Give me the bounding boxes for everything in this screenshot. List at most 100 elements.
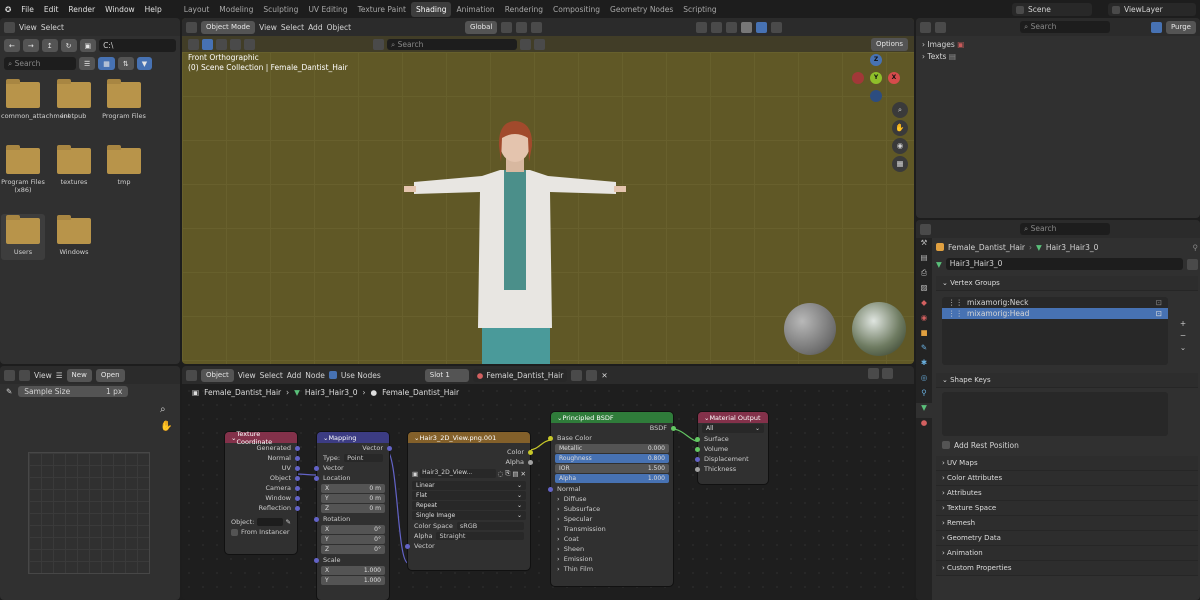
browse-image-icon[interactable]: ☰ [56, 371, 63, 380]
folder-item[interactable]: inetpub [52, 79, 96, 120]
new-image-button[interactable]: New [66, 368, 92, 382]
location-y-field[interactable]: Y0 m [321, 494, 385, 503]
3d-viewport[interactable]: Object Mode View Select Add Object Globa… [182, 18, 914, 364]
output-socket[interactable] [295, 455, 300, 461]
output-socket[interactable] [295, 505, 300, 511]
uv-grid[interactable] [28, 452, 150, 574]
tab-animation[interactable]: Animation [451, 2, 499, 17]
editor-type-icon[interactable] [4, 369, 15, 381]
thumbnail-view-icon[interactable]: ▦ [98, 57, 115, 70]
editor-type-icon[interactable] [4, 21, 15, 33]
subpanel-thin-film[interactable]: › Thin Film [551, 564, 673, 574]
input-socket[interactable] [314, 557, 319, 563]
tab-scripting[interactable]: Scripting [678, 2, 721, 17]
vertex-groups-header[interactable]: ⌄ Vertex Groups [936, 276, 1198, 291]
subpanel-emission[interactable]: › Emission [551, 554, 673, 564]
add-rest-position-checkbox[interactable] [942, 441, 950, 449]
location-z-field[interactable]: Z0 m [321, 504, 385, 513]
gizmo-neg-z[interactable] [870, 90, 882, 102]
scene-selector[interactable]: Scene [1012, 3, 1092, 16]
menu-select[interactable]: Select [41, 23, 64, 32]
lock-icon[interactable]: ⊡ [1156, 298, 1162, 307]
sort-icon[interactable]: ⇅ [117, 57, 134, 70]
input-socket[interactable] [695, 446, 700, 452]
output-socket[interactable] [295, 485, 300, 491]
list-item[interactable]: ⋮⋮ mixamorig:Neck ⊡ [942, 297, 1168, 308]
outliner-item-images[interactable]: › Images ▣ [922, 39, 1194, 51]
menu-view[interactable]: View [19, 23, 37, 32]
image-name-field[interactable]: Hair3_2D_View... [420, 469, 496, 478]
menu-edit[interactable]: Edit [39, 5, 64, 14]
editor-type-icon[interactable] [920, 223, 931, 235]
target-dropdown[interactable]: All ⌄ [702, 424, 764, 433]
node-principled-bsdf[interactable]: ⌄ Principled BSDF BSDF Base Color Metall… [548, 412, 676, 586]
blender-logo-icon[interactable]: ✪ [0, 5, 16, 14]
output-socket[interactable] [295, 445, 300, 451]
grid-toggle-icon[interactable]: ▦ [892, 156, 908, 172]
gizmo-y-axis[interactable]: Y [870, 72, 882, 84]
view-mode-icon[interactable] [19, 369, 30, 381]
object-tab-icon[interactable]: ■ [916, 328, 932, 343]
filter-icon[interactable]: ▼ [136, 57, 153, 70]
outliner-item-texts[interactable]: › Texts ▤ [922, 51, 1194, 63]
subpanel-specular[interactable]: › Specular [551, 514, 673, 524]
list-item[interactable]: ⋮⋮ mixamorig:Head ⊡ [942, 308, 1168, 319]
view-layer-selector[interactable]: ViewLayer [1108, 3, 1196, 16]
rotation-y-field[interactable]: Y 0° [321, 535, 385, 544]
folder-item[interactable]: common_attachment [1, 79, 70, 120]
tab-shading[interactable]: Shading [410, 1, 452, 17]
gizmo-neg-x[interactable] [852, 72, 864, 84]
section-geometry-data[interactable]: › Geometry Data [936, 531, 1198, 546]
interpolation-dropdown[interactable]: Linear ⌄ [412, 481, 526, 490]
particles-tab-icon[interactable]: ✱ [916, 358, 932, 373]
tab-texture-paint[interactable]: Texture Paint [353, 2, 411, 17]
alpha-mode-dropdown[interactable]: Straight [436, 532, 524, 540]
refresh-icon[interactable]: ↻ [60, 39, 77, 52]
subpanel-subsurface[interactable]: › Subsurface [551, 504, 673, 514]
shape-keys-header[interactable]: ⌄ Shape Keys [936, 373, 1198, 388]
display-mode-icon[interactable] [935, 21, 946, 33]
render-tab-icon[interactable]: ▤ [916, 253, 932, 268]
duplicate-icon[interactable]: ⎘ [505, 469, 510, 478]
scale-x-field[interactable]: X 1.000 [321, 566, 385, 575]
color-space-dropdown[interactable]: sRGB [456, 522, 524, 530]
input-socket[interactable] [548, 486, 553, 492]
tab-sculpting[interactable]: Sculpting [258, 2, 303, 17]
folder-item[interactable]: Windows [52, 215, 96, 256]
purge-button[interactable]: Purge [1165, 20, 1196, 34]
modifier-tab-icon[interactable]: ✎ [916, 343, 932, 358]
sample-size-field[interactable]: Sample Size 1 px [18, 386, 129, 397]
ior-field[interactable]: IOR 1.500 [555, 464, 669, 473]
source-dropdown[interactable]: Single Image ⌄ [412, 511, 526, 520]
zoom-icon[interactable]: ⌕ [160, 404, 166, 415]
gizmo-z-axis[interactable]: Z [870, 54, 882, 66]
parent-dir-icon[interactable]: ↥ [41, 39, 58, 52]
output-socket[interactable] [295, 495, 300, 501]
close-icon[interactable]: ✕ [521, 470, 526, 478]
pan-hand-icon[interactable]: ✋ [160, 421, 172, 432]
gizmo-x-axis[interactable]: X [888, 72, 900, 84]
shader-node-editor[interactable]: Object View Select Add Node Use Nodes Sl… [182, 366, 914, 600]
node-texture-coordinate[interactable]: ⌄ Texture Coordinate Generated Normal UV… [225, 430, 300, 554]
node-material-output[interactable]: ⌄ Material Output All ⌄ Surface Volume Di… [695, 412, 768, 484]
tab-layout[interactable]: Layout [179, 2, 215, 17]
remove-icon[interactable]: − [1176, 330, 1190, 342]
folder-item[interactable]: tmp [102, 145, 146, 186]
metallic-field[interactable]: Metallic 0.000 [555, 444, 669, 453]
tab-modeling[interactable]: Modeling [214, 2, 258, 17]
constraints-tab-icon[interactable]: ⚲ [916, 388, 932, 403]
path-field[interactable]: C:\ [99, 39, 176, 52]
folder-item[interactable]: Program Files (x86) [1, 145, 45, 194]
location-x-field[interactable]: X0 m [321, 484, 385, 493]
menu-render[interactable]: Render [63, 5, 100, 14]
forward-arrow-icon[interactable]: → [22, 39, 39, 52]
open-image-button[interactable]: Open [95, 368, 125, 382]
alpha-field[interactable]: Alpha 1.000 [555, 474, 669, 483]
subpanel-coat[interactable]: › Coat [551, 534, 673, 544]
node-mapping[interactable]: ⌄ Mapping Vector Type: Point Vector Locat… [314, 432, 392, 600]
output-socket[interactable] [528, 449, 533, 455]
pan-hand-icon[interactable]: ✋ [892, 120, 908, 136]
section-attributes[interactable]: › Attributes [936, 486, 1198, 501]
folder-item[interactable]: Users [1, 214, 45, 260]
input-socket[interactable] [695, 466, 700, 472]
